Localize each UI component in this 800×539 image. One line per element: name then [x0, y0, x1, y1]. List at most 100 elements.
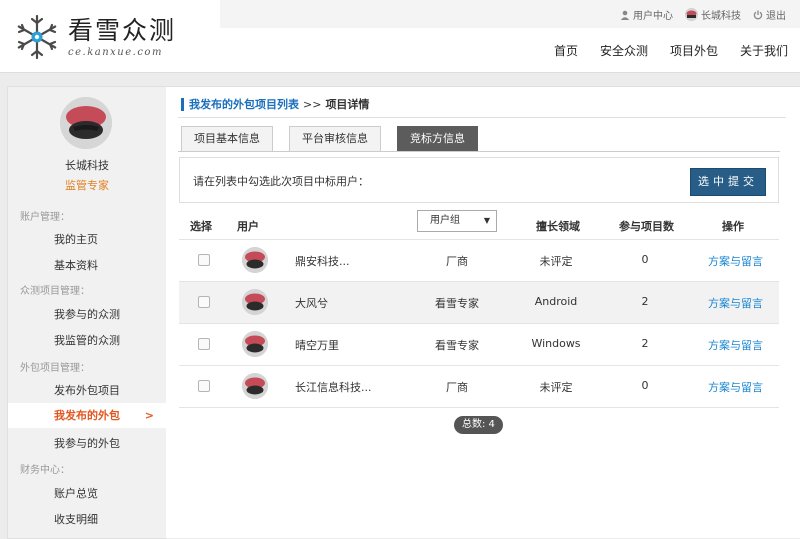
user-field: 未评定: [539, 255, 573, 268]
user-field: 未评定: [539, 381, 573, 394]
table-row: 鼎安科技... 厂商 未评定 0 方案与留言: [179, 240, 779, 282]
site-logo[interactable]: 看雪众测 ce.kanxue.com: [12, 12, 176, 62]
user-avatar[interactable]: [242, 247, 268, 273]
user-name[interactable]: 大风兮: [295, 295, 328, 311]
nav-home[interactable]: 首页: [554, 42, 578, 59]
tab-underline: [178, 151, 780, 152]
sidebar: 长城科技 监管专家 账户管理： 我的主页 基本资料 众测项目管理： 我参与的众测…: [7, 86, 167, 539]
table-row: 大风兮 看雪专家 Android 2 方案与留言: [179, 282, 779, 324]
user-name[interactable]: 晴空万里: [295, 337, 339, 353]
sidebar-item-profile[interactable]: 基本资料: [8, 253, 166, 278]
profile-role: 监管专家: [65, 179, 109, 192]
tab-bar: 项目基本信息 平台审核信息 竞标方信息: [181, 126, 478, 151]
brand-name: 看雪众测: [68, 15, 177, 45]
user-avatar[interactable]: [242, 289, 268, 315]
profile-name: 长城科技: [65, 159, 109, 172]
breadcrumb: 我发布的外包项目列表 >> 项目详情: [181, 96, 369, 112]
submit-selection-button[interactable]: 选中提交: [690, 168, 766, 196]
profile-avatar[interactable]: [60, 97, 112, 149]
user-field: Windows: [531, 337, 581, 350]
user-name[interactable]: 长江信息科技...: [295, 379, 372, 395]
nav-outsourcing[interactable]: 项目外包: [670, 42, 718, 59]
user-group: 厂商: [446, 255, 468, 268]
user-avatar[interactable]: [242, 331, 268, 357]
power-icon: [753, 10, 763, 19]
table-row: 长江信息科技... 厂商 未评定 0 方案与留言: [179, 366, 779, 408]
user-group-dropdown[interactable]: 用户组 ▼: [417, 210, 497, 232]
user-group-dropdown-label: 用户组: [430, 215, 460, 226]
table-header: 选择 用户 用户组 ▼ 擅长领域 参与项目数 操作: [179, 209, 779, 240]
sidebar-item-publish-project[interactable]: 发布外包项目: [8, 378, 166, 403]
breadcrumb-separator: >>: [303, 97, 322, 111]
sidebar-item-label: 我的主页: [54, 233, 98, 246]
sidebar-item-homepage[interactable]: 我的主页: [8, 227, 166, 252]
brand-domain: ce.kanxue.com: [68, 46, 163, 58]
user-icon: [620, 10, 630, 20]
company-link[interactable]: 长城科技: [685, 7, 741, 22]
row-checkbox[interactable]: [198, 338, 210, 350]
header: 看雪众测 ce.kanxue.com 用户中心 长城科技 退出 首页 安全众测 …: [0, 0, 800, 73]
breadcrumb-marker: [181, 97, 184, 111]
top-links: 用户中心 长城科技 退出: [620, 7, 786, 22]
proposal-link[interactable]: 方案与留言: [708, 253, 763, 269]
sidebar-item-label: 发布外包项目: [54, 384, 120, 397]
sidebar-item-my-joined[interactable]: 我参与的外包: [8, 431, 166, 456]
user-field: Android: [534, 295, 578, 308]
user-group: 看雪专家: [435, 339, 479, 352]
sidebar-item-label: 我参与的众测: [54, 308, 120, 321]
user-center-link[interactable]: 用户中心: [620, 7, 673, 22]
row-checkbox[interactable]: [198, 296, 210, 308]
logout-link[interactable]: 退出: [753, 7, 786, 22]
sidebar-item-label: 收支明细: [54, 513, 98, 526]
project-count: 0: [641, 253, 649, 266]
sidebar-item-transactions[interactable]: 收支明细: [8, 507, 166, 532]
sidebar-item-label: 账户总览: [54, 487, 98, 500]
breadcrumb-link[interactable]: 我发布的外包项目列表: [189, 96, 299, 112]
active-arrow-icon: >: [144, 409, 154, 422]
group-crowdtest: 众测项目管理：: [20, 286, 90, 297]
sidebar-item-label: 我发布的外包: [54, 409, 120, 422]
divider: [178, 117, 786, 118]
snowflake-logo-icon: [17, 14, 57, 60]
group-finance: 财务中心：: [20, 465, 70, 476]
project-count: 0: [641, 379, 649, 392]
main-content: 我发布的外包项目列表 >> 项目详情 项目基本信息 平台审核信息 竞标方信息 请…: [166, 86, 800, 538]
sidebar-item-label: 基本资料: [54, 259, 98, 272]
project-count: 2: [641, 337, 649, 350]
user-center-label: 用户中心: [633, 11, 673, 22]
sidebar-item-my-published[interactable]: 我发布的外包 >: [8, 403, 166, 428]
logout-label: 退出: [766, 11, 786, 22]
proposal-link[interactable]: 方案与留言: [708, 337, 763, 353]
total-count-badge: 总数: 4: [454, 416, 503, 434]
nav-about[interactable]: 关于我们: [740, 42, 788, 59]
group-outsourcing: 外包项目管理：: [20, 363, 90, 374]
tab-bidder-info[interactable]: 竞标方信息: [397, 126, 478, 151]
main-nav: 首页 安全众测 项目外包 关于我们: [554, 42, 788, 59]
sidebar-item-joined-tests[interactable]: 我参与的众测: [8, 302, 166, 327]
company-avatar: [685, 8, 698, 21]
company-label: 长城科技: [701, 11, 741, 22]
sidebar-item-label: 我监管的众测: [54, 334, 120, 347]
user-avatar[interactable]: [242, 373, 268, 399]
project-count: 2: [641, 295, 649, 308]
table-row: 晴空万里 看雪专家 Windows 2 方案与留言: [179, 324, 779, 366]
winner-selection-panel: 请在列表中勾选此次项目中标用户： 选中提交: [179, 157, 779, 203]
sidebar-item-supervised-tests[interactable]: 我监管的众测: [8, 328, 166, 353]
row-checkbox[interactable]: [198, 380, 210, 392]
breadcrumb-current: 项目详情: [325, 98, 370, 111]
user-group: 看雪专家: [435, 297, 479, 310]
user-name[interactable]: 鼎安科技...: [295, 253, 350, 269]
nav-security-test[interactable]: 安全众测: [600, 42, 648, 59]
caret-down-icon: ▼: [483, 216, 490, 225]
tab-basic-info[interactable]: 项目基本信息: [181, 126, 273, 151]
row-checkbox[interactable]: [198, 254, 210, 266]
user-group: 厂商: [446, 381, 468, 394]
sidebar-item-account-overview[interactable]: 账户总览: [8, 481, 166, 506]
proposal-link[interactable]: 方案与留言: [708, 379, 763, 395]
proposal-link[interactable]: 方案与留言: [708, 295, 763, 311]
tab-review-info[interactable]: 平台审核信息: [289, 126, 381, 151]
selection-prompt: 请在列表中勾选此次项目中标用户：: [193, 175, 369, 188]
header-field: 擅长领域: [536, 220, 580, 233]
header-user: 用户: [237, 220, 259, 233]
header-count: 参与项目数: [619, 220, 674, 233]
